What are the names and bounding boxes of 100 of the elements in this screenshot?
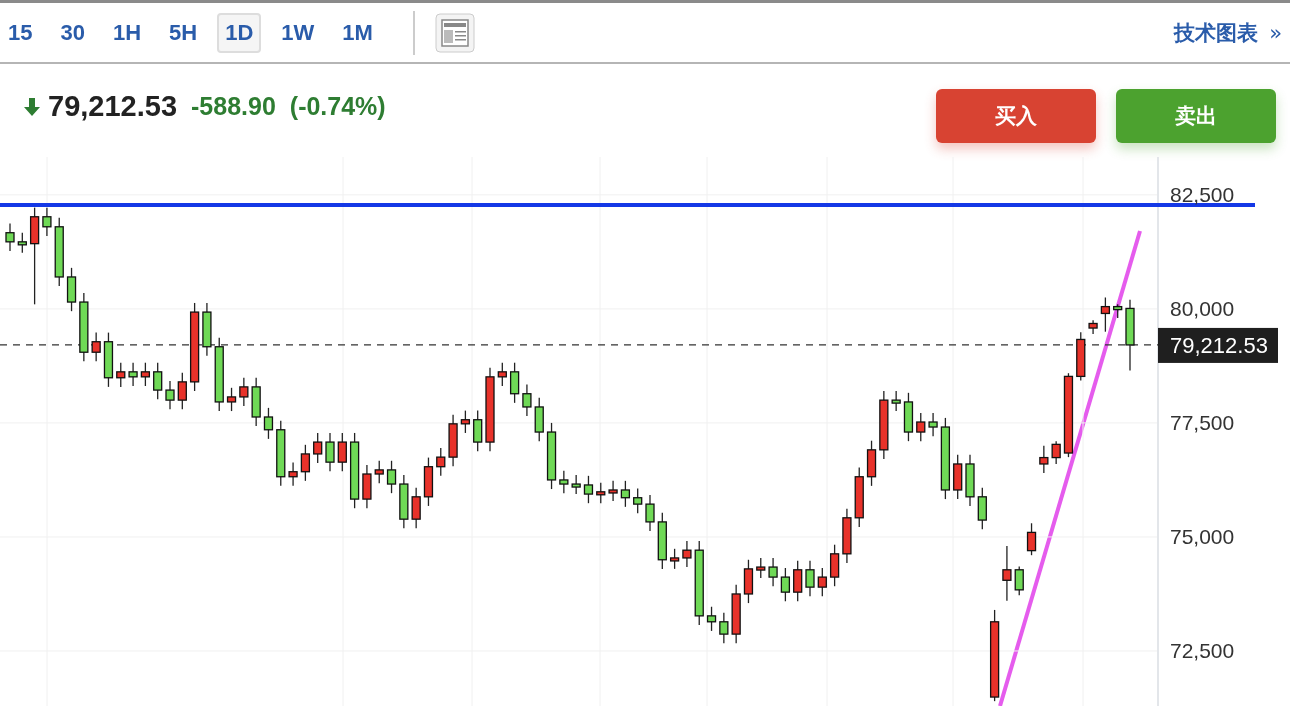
candlestick bbox=[460, 409, 471, 434]
candlestick bbox=[916, 412, 926, 442]
candlestick bbox=[1026, 522, 1037, 556]
interval-tab[interactable]: 1M bbox=[334, 12, 381, 53]
candlestick bbox=[1088, 319, 1098, 335]
candlestick bbox=[79, 292, 89, 362]
candlestick bbox=[977, 487, 987, 530]
candlestick bbox=[91, 331, 101, 362]
last-price: 79,212.53 bbox=[48, 90, 177, 123]
candlestick bbox=[928, 412, 938, 437]
price-tag: 79,212.53 bbox=[1158, 327, 1278, 363]
candlestick bbox=[780, 567, 791, 602]
candlestick bbox=[288, 461, 298, 487]
candlestick bbox=[719, 612, 729, 644]
candlestick bbox=[177, 372, 187, 410]
candlestick bbox=[1039, 445, 1049, 474]
candlestick bbox=[202, 302, 212, 357]
candlestick bbox=[669, 548, 680, 570]
interval-tab[interactable]: 1H bbox=[104, 12, 150, 53]
buy-button[interactable]: 买入 bbox=[936, 89, 1096, 143]
price-change: -588.90 bbox=[191, 92, 276, 121]
candlestick bbox=[1002, 545, 1012, 602]
candlestick bbox=[362, 464, 372, 509]
candlestick bbox=[645, 494, 655, 532]
candlestick bbox=[534, 397, 544, 442]
percent-change: (-0.74%) bbox=[289, 92, 386, 121]
candlestick bbox=[596, 482, 606, 504]
interval-tab[interactable]: 5H bbox=[161, 12, 206, 53]
axis-label: 77,500 bbox=[1170, 410, 1235, 434]
candlestick bbox=[386, 460, 397, 494]
candlestick bbox=[965, 454, 975, 507]
candlestick bbox=[793, 560, 803, 602]
candlestick bbox=[239, 377, 249, 407]
layout-icon[interactable] bbox=[434, 12, 475, 53]
candlestick bbox=[103, 331, 114, 388]
interval-tab[interactable]: 15 bbox=[0, 12, 41, 53]
candlestick bbox=[559, 470, 569, 494]
candlestick bbox=[140, 362, 151, 387]
candlestick bbox=[5, 222, 15, 252]
candlestick bbox=[731, 584, 741, 644]
candlestick bbox=[509, 362, 520, 404]
candlestick bbox=[399, 474, 409, 529]
interval-tab[interactable]: 1W bbox=[273, 12, 323, 53]
candlestick bbox=[54, 217, 64, 287]
candlestick bbox=[473, 409, 483, 452]
candlestick bbox=[153, 362, 163, 400]
candlestick bbox=[423, 456, 434, 507]
candlestick bbox=[436, 447, 446, 477]
candlestick bbox=[374, 460, 384, 484]
candlestick bbox=[66, 267, 77, 312]
axis-label: 75,000 bbox=[1170, 524, 1235, 548]
candlestick bbox=[829, 544, 840, 587]
candlestick bbox=[1014, 565, 1024, 596]
candlestick bbox=[1076, 331, 1086, 382]
candlestick bbox=[768, 557, 778, 587]
axis-label: 72,500 bbox=[1170, 639, 1235, 662]
candlestick bbox=[448, 414, 458, 467]
candlestick bbox=[583, 475, 594, 504]
candlestick bbox=[805, 560, 815, 597]
candlestick bbox=[743, 559, 754, 604]
candlestick bbox=[1051, 440, 1061, 465]
candlestick bbox=[756, 557, 766, 579]
candlestick bbox=[276, 420, 286, 487]
candlestick bbox=[842, 508, 852, 564]
technical-chart-link[interactable]: 技术图表 » bbox=[1173, 18, 1282, 47]
candlestick bbox=[879, 390, 889, 460]
candlestick bbox=[313, 432, 323, 464]
candlestick bbox=[953, 454, 963, 500]
candlestick bbox=[497, 362, 507, 387]
candlestick bbox=[706, 606, 717, 632]
candlestick bbox=[1100, 296, 1111, 333]
candlestick bbox=[165, 380, 175, 410]
interval-tab[interactable]: 1D bbox=[217, 12, 262, 53]
candlestick bbox=[522, 383, 532, 417]
candlestick bbox=[17, 232, 27, 254]
candlestick bbox=[337, 432, 347, 472]
candlestick bbox=[42, 207, 52, 237]
candlestick bbox=[817, 567, 827, 597]
candlestick bbox=[866, 440, 877, 487]
candlestick bbox=[633, 487, 643, 514]
candlestick bbox=[682, 540, 692, 568]
candlestick bbox=[903, 392, 914, 442]
axis-label: 82,500 bbox=[1170, 182, 1235, 206]
candlestick bbox=[620, 480, 631, 508]
candlestick bbox=[226, 387, 237, 412]
candlestick bbox=[854, 466, 864, 528]
candlestick bbox=[325, 432, 335, 472]
candlestick bbox=[608, 480, 618, 502]
candlestick bbox=[116, 362, 126, 388]
candlestick bbox=[263, 407, 274, 440]
candlestick bbox=[891, 390, 901, 412]
candlestick bbox=[546, 422, 557, 490]
candlestick bbox=[1113, 303, 1123, 319]
candlestick bbox=[411, 487, 421, 529]
candlestick bbox=[571, 474, 581, 495]
interval-tab[interactable]: 30 bbox=[52, 12, 93, 53]
candlestick bbox=[300, 444, 311, 482]
axis-label: 80,000 bbox=[1170, 296, 1235, 320]
candlestick bbox=[657, 512, 667, 570]
candlestick bbox=[251, 377, 261, 427]
